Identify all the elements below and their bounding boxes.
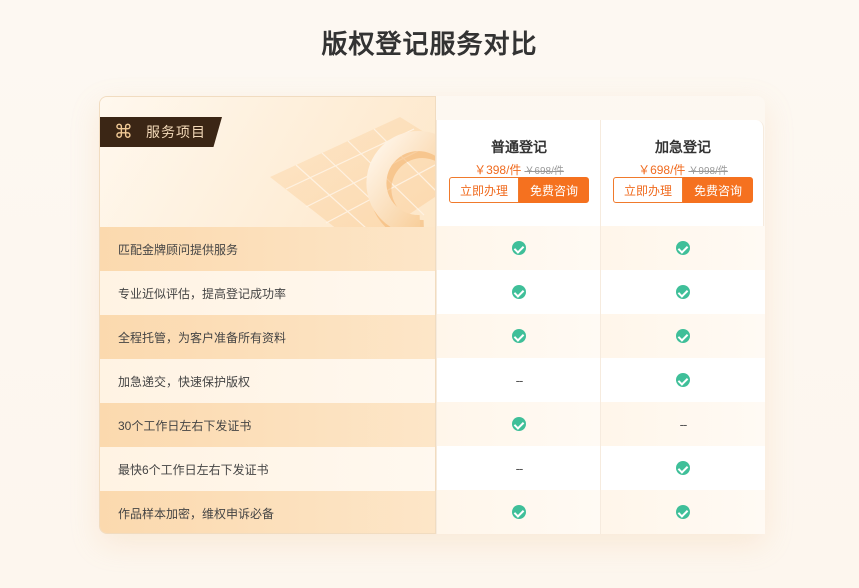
buy-now-button[interactable]: 立即办理 (613, 177, 683, 203)
plan-actions: 立即办理 免费咨询 (613, 177, 753, 203)
service-row-label: 匹配金牌顾问提供服务 (100, 227, 435, 271)
plan-cell (437, 402, 601, 446)
plan-header: 普通登记 ￥398/件 ￥698/件 立即办理 免费咨询 (437, 120, 601, 226)
plan-price: ￥698/件 (638, 163, 686, 177)
plan-cell (437, 270, 601, 314)
plan-column-express: 加急登记 ￥698/件 ￥998/件 立即办理 免费咨询 -- (600, 120, 765, 534)
buy-now-button[interactable]: 立即办理 (449, 177, 519, 203)
check-icon (512, 329, 526, 343)
service-row-label: 加急递交，快速保护版权 (100, 359, 435, 403)
check-icon (512, 285, 526, 299)
plan-price: ￥398/件 (474, 163, 522, 177)
check-icon (512, 241, 526, 255)
not-included-dash: -- (515, 372, 524, 388)
plan-cell: -- (437, 446, 601, 490)
service-row-label: 作品样本加密，维权申诉必备 (100, 491, 435, 533)
command-icon: ⌘ (114, 121, 134, 143)
plan-cell (601, 226, 765, 270)
service-row-label: 30个工作日左右下发证书 (100, 403, 435, 447)
plan-column-standard: 普通登记 ￥398/件 ￥698/件 立即办理 免费咨询 -- -- (436, 120, 601, 534)
check-icon (676, 461, 690, 475)
not-included-dash: -- (515, 460, 524, 476)
check-icon (676, 373, 690, 387)
plan-cell (601, 270, 765, 314)
plan-cell (601, 446, 765, 490)
service-items-column: ⌘ 服务项目 匹配金牌顾问提供服务 专业近似评估，提高登记成功率 全程托管，为客… (99, 96, 436, 534)
comparison-table: ⌘ 服务项目 匹配金牌顾问提供服务 专业近似评估，提高登记成功率 全程托管，为客… (99, 96, 765, 534)
plan-name: 加急登记 (655, 139, 711, 155)
check-icon (676, 505, 690, 519)
page-title: 版权登记服务对比 (321, 29, 538, 59)
plan-cell (437, 226, 601, 270)
plan-cell (437, 314, 601, 358)
not-included-dash: -- (679, 416, 688, 432)
service-items-header: ⌘ 服务项目 (100, 97, 435, 227)
plan-actions: 立即办理 免费咨询 (449, 177, 589, 203)
plan-cell (601, 490, 765, 534)
plan-name: 普通登记 (491, 139, 547, 155)
plan-cell: -- (601, 402, 765, 446)
plan-cell: -- (437, 358, 601, 402)
service-row-label: 专业近似评估，提高登记成功率 (100, 271, 435, 315)
plan-price-line: ￥398/件 ￥698/件 (437, 161, 601, 178)
plan-cell (601, 358, 765, 402)
service-row-label: 最快6个工作日左右下发证书 (100, 447, 435, 491)
service-row-label: 全程托管，为客户准备所有资料 (100, 315, 435, 359)
check-icon (512, 505, 526, 519)
free-consult-button[interactable]: 免费咨询 (683, 177, 753, 203)
plan-old-price: ￥698/件 (524, 166, 564, 177)
check-icon (676, 241, 690, 255)
check-icon (676, 285, 690, 299)
plan-cell (601, 314, 765, 358)
check-icon (676, 329, 690, 343)
plan-header: 加急登记 ￥698/件 ￥998/件 立即办理 免费咨询 (601, 120, 765, 226)
check-icon (512, 417, 526, 431)
plan-old-price: ￥998/件 (688, 166, 728, 177)
decorative-3d-illustration (270, 117, 435, 227)
free-consult-button[interactable]: 免费咨询 (519, 177, 589, 203)
service-items-badge: ⌘ 服务项目 (100, 117, 222, 147)
service-items-label: 服务项目 (146, 124, 206, 140)
plan-price-line: ￥698/件 ￥998/件 (601, 161, 765, 178)
plan-cell (437, 490, 601, 534)
